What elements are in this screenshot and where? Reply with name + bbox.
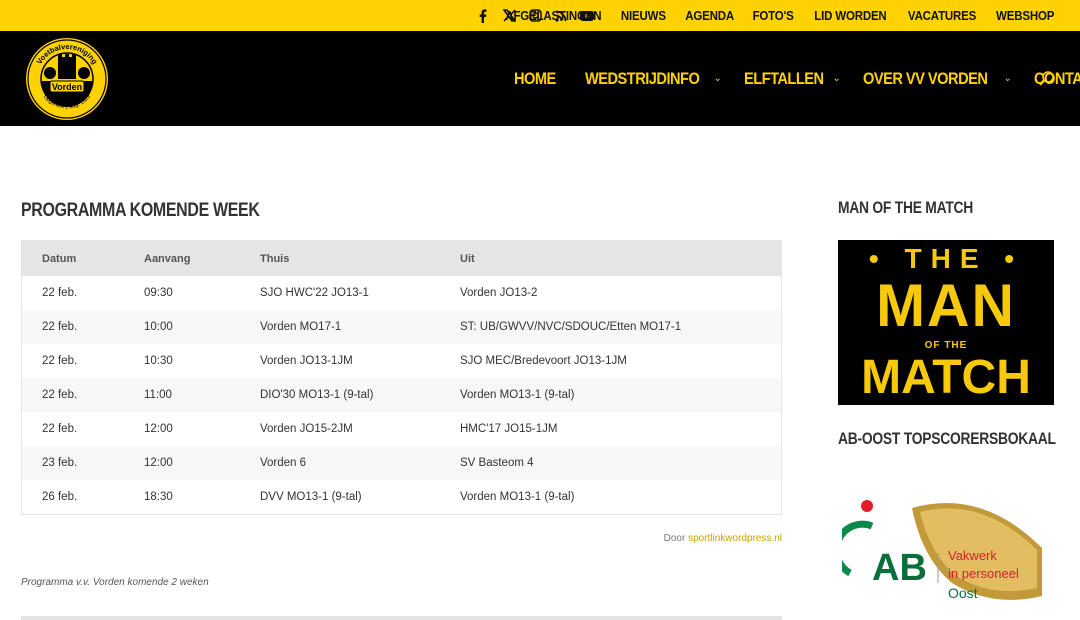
cell-home: Vorden MO17-1 [260, 321, 342, 333]
cell-home: SJO HWC'22 JO13-1 [260, 287, 369, 299]
svg-text:Vakwerk: Vakwerk [948, 548, 997, 563]
nav-over-vv-vorden-label: OVER VV VORDEN [862, 68, 988, 88]
table-row: 22 feb. 12:00 Vorden JO15-2JM HMC'17 JO1… [22, 412, 781, 446]
cell-away: SV Basteom 4 [460, 457, 534, 469]
cell-date: 22 feb. [42, 355, 78, 367]
top-menu-webshop[interactable]: WEBSHOP [996, 9, 1054, 23]
ab-oost-sponsor-image[interactable]: AB Vakwerk in personeel Oost [833, 488, 1057, 613]
chevron-down-icon: ⌄ [832, 73, 841, 84]
cell-away: SJO MEC/Bredevoort JO13-1JM [460, 355, 627, 367]
chevron-down-icon: ⌄ [1003, 73, 1012, 84]
svg-text:in personeel: in personeel [948, 566, 1019, 581]
credit-line: Door sportlinkwordpress.nl [664, 533, 782, 544]
cell-home: Vorden JO13-1JM [260, 355, 353, 367]
cell-time: 11:00 [144, 389, 172, 401]
top-menu-agenda[interactable]: AGENDA [685, 9, 734, 23]
divider [21, 616, 782, 620]
top-menu-nieuws[interactable]: NIEUWS [621, 9, 666, 23]
cell-date: 22 feb. [42, 287, 78, 299]
page-title: PROGRAMMA KOMENDE WEEK [21, 200, 260, 221]
cell-time: 12:00 [144, 423, 173, 435]
search-icon[interactable] [1038, 70, 1056, 88]
credit-link[interactable]: sportlinkwordpress.nl [688, 533, 782, 544]
nav-elftallen[interactable]: ELFTALLEN ⌄ [744, 69, 841, 89]
top-bar: AFGELASTINGEN NIEUWS AGENDA FOTO'S LID W… [0, 0, 1080, 31]
nav-wedstrijdinfo-label: WEDSTRIJDINFO [584, 68, 700, 88]
top-menu: AFGELASTINGEN NIEUWS AGENDA FOTO'S LID W… [482, 0, 1054, 31]
table-row: 26 feb. 18:30 DVV MO13-1 (9-tal) Vorden … [22, 480, 781, 514]
cell-time: 18:30 [144, 491, 173, 503]
credit-prefix: Door [663, 533, 686, 544]
cell-time: 10:30 [144, 355, 173, 367]
cell-time: 09:30 [144, 287, 173, 299]
nav-over-vv-vorden[interactable]: OVER VV VORDEN ⌄ [863, 69, 1012, 89]
top-menu-fotos[interactable]: FOTO'S [752, 9, 793, 23]
sidebar-heading-topscorer: AB-OOST TOPSCORERSBOKAAL [838, 430, 1056, 448]
main-nav: HOME WEDSTRIJDINFO ⌄ ELFTALLEN ⌄ OVER VV… [514, 31, 1080, 126]
top-menu-vacatures[interactable]: VACATURES [908, 9, 976, 23]
cell-date: 26 feb. [42, 491, 78, 503]
table-caption: Programma v.v. Vorden komende 2 weken [21, 577, 209, 588]
motm-the: • THE • [868, 243, 1024, 274]
column-header-uit: Uit [460, 252, 475, 265]
cell-home: Vorden 6 [260, 457, 307, 469]
cell-date: 22 feb. [42, 423, 78, 435]
cell-away: Vorden MO13-1 (9-tal) [460, 389, 575, 401]
nav-home-label: HOME [514, 68, 556, 88]
table-row: 22 feb. 10:00 Vorden MO17-1 ST: UB/GWVV/… [22, 310, 781, 344]
cell-away: Vorden MO13-1 (9-tal) [460, 491, 575, 503]
top-menu-lid-worden[interactable]: LID WORDEN [814, 9, 886, 23]
cell-date: 22 feb. [42, 321, 78, 333]
club-logo[interactable]: Voetbalvereniging Opgericht 1 aug. 1929 … [23, 37, 111, 121]
top-menu-afgelastingen[interactable]: AFGELASTINGEN [506, 9, 602, 23]
sidebar-heading-motm: MAN OF THE MATCH [838, 199, 974, 217]
table-row: 22 feb. 10:30 Vorden JO13-1JM SJO MEC/Br… [22, 344, 781, 378]
nav-elftallen-label: ELFTALLEN [743, 68, 824, 88]
man-of-the-match-banner[interactable]: • THE • MAN OF THE MATCH [838, 240, 1054, 405]
table-row: 22 feb. 09:30 SJO HWC'22 JO13-1 Vorden J… [22, 276, 781, 310]
table-row: 23 feb. 12:00 Vorden 6 SV Basteom 4 [22, 446, 781, 480]
column-header-thuis: Thuis [260, 252, 290, 265]
cell-time: 10:00 [144, 321, 173, 333]
nav-home[interactable]: HOME [514, 69, 563, 89]
motm-man: MAN [876, 272, 1016, 339]
cell-away: Vorden JO13-2 [460, 287, 538, 299]
column-header-datum: Datum [42, 252, 77, 265]
cell-home: DIO'30 MO13-1 (9-tal) [260, 389, 374, 401]
cell-time: 12:00 [144, 457, 173, 469]
svg-text:Oost: Oost [948, 585, 978, 601]
cell-away: HMC'17 JO15-1JM [460, 423, 558, 435]
svg-text:AB: AB [872, 547, 927, 589]
chevron-down-icon: ⌄ [713, 73, 722, 84]
cell-date: 22 feb. [42, 389, 78, 401]
cell-away: ST: UB/GWVV/NVC/SDOUC/Etten MO17-1 [460, 321, 682, 333]
nav-wedstrijdinfo[interactable]: WEDSTRIJDINFO ⌄ [585, 69, 722, 89]
motm-of-the: OF THE [924, 340, 968, 351]
column-header-aanvang: Aanvang [144, 252, 191, 265]
table-header: Datum Aanvang Thuis Uit [22, 241, 781, 276]
cell-home: DVV MO13-1 (9-tal) [260, 491, 362, 503]
cell-date: 23 feb. [42, 457, 78, 469]
cell-home: Vorden JO15-2JM [260, 423, 353, 435]
match-table: Datum Aanvang Thuis Uit 22 feb. 09:30 SJ… [21, 240, 782, 515]
svg-text:Vorden: Vorden [52, 82, 82, 92]
motm-match: MATCH [861, 351, 1031, 404]
table-row: 22 feb. 11:00 DIO'30 MO13-1 (9-tal) Vord… [22, 378, 781, 412]
